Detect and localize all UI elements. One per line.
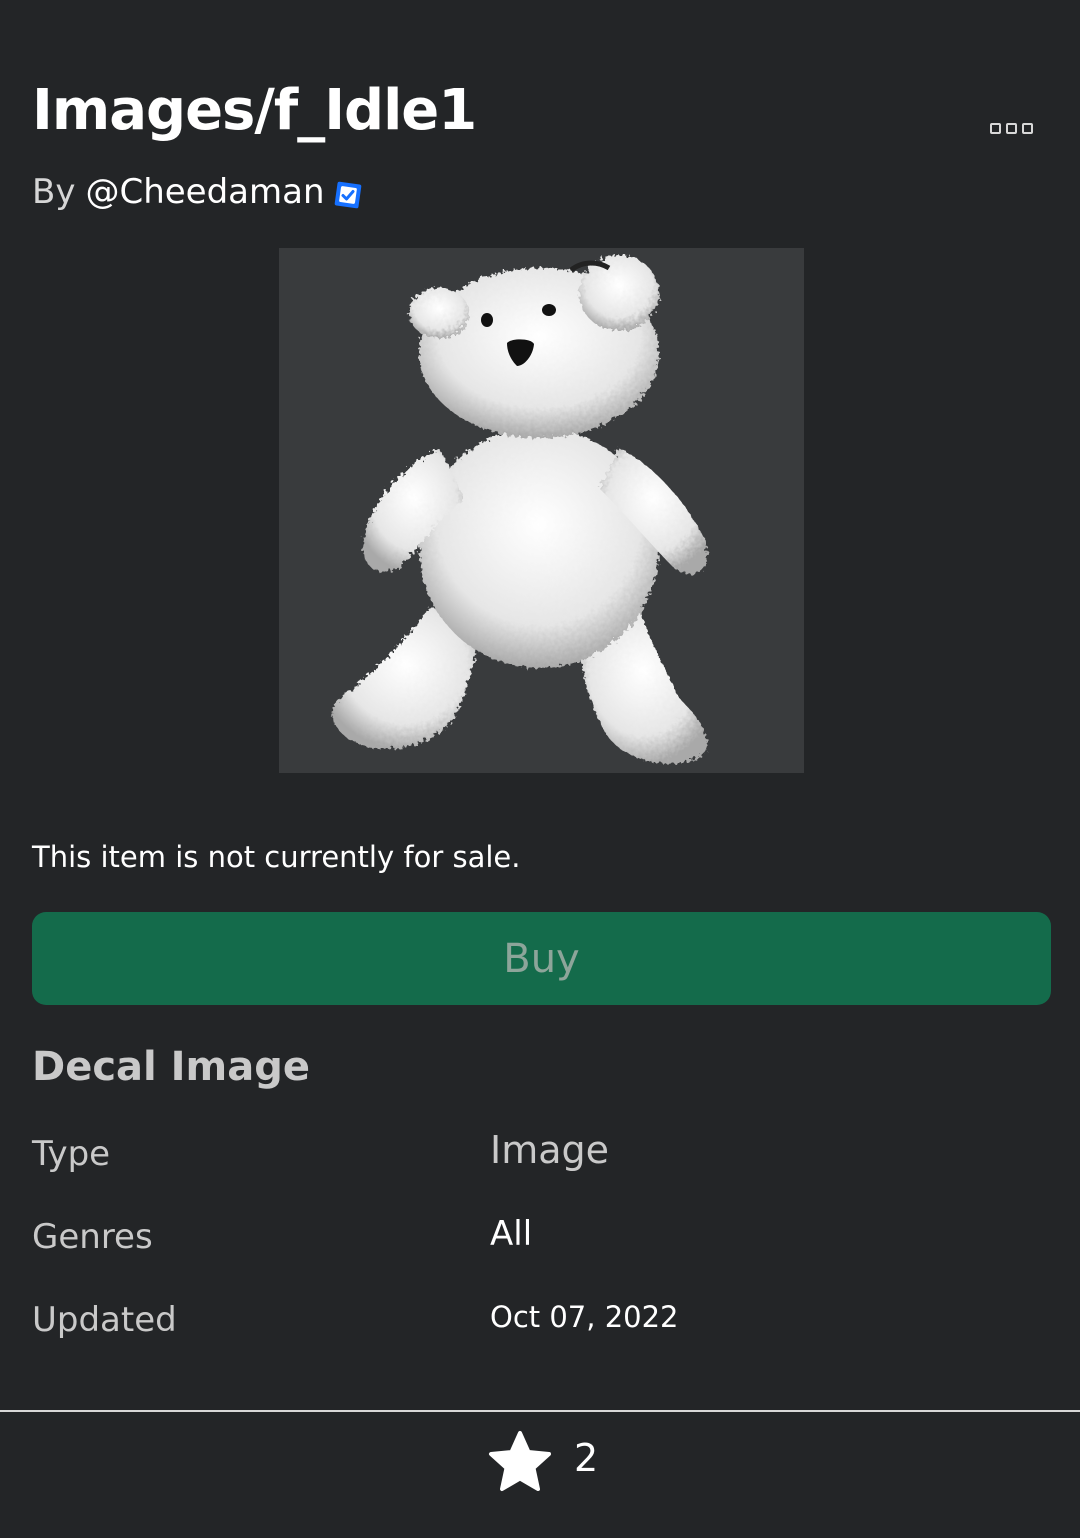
detail-label-genres: Genres bbox=[32, 1217, 153, 1257]
creator-prefix: By bbox=[32, 172, 76, 212]
more-options-icon bbox=[989, 122, 1001, 134]
more-options-button[interactable] bbox=[980, 108, 1042, 148]
detail-value-updated: Oct 07, 2022 bbox=[490, 1300, 679, 1334]
footer-divider bbox=[0, 1410, 1080, 1412]
detail-value-genres[interactable]: All bbox=[490, 1214, 532, 1254]
creator-byline: By @Cheedaman bbox=[32, 172, 363, 212]
item-details-page: Images/f_Idle1 By @Cheedaman This item i… bbox=[0, 0, 1080, 1538]
section-title: Decal Image bbox=[32, 1044, 310, 1090]
detail-label-updated: Updated bbox=[32, 1300, 177, 1340]
buy-button[interactable]: Buy bbox=[32, 912, 1051, 1005]
detail-label-type: Type bbox=[32, 1134, 111, 1174]
more-options-icon-dot bbox=[1021, 122, 1033, 134]
more-options-icon-dot bbox=[1005, 122, 1017, 134]
item-thumbnail bbox=[279, 248, 804, 773]
favorite-count: 2 bbox=[574, 1436, 599, 1480]
star-icon bbox=[486, 1429, 554, 1499]
not-for-sale-notice: This item is not currently for sale. bbox=[32, 840, 521, 874]
page-title: Images/f_Idle1 bbox=[32, 78, 477, 143]
verified-badge-icon bbox=[333, 179, 363, 209]
teddy-bear-image bbox=[332, 255, 708, 764]
detail-value-type: Image bbox=[490, 1128, 610, 1172]
favorite-button[interactable]: 2 bbox=[486, 1428, 598, 1500]
creator-link[interactable]: @Cheedaman bbox=[85, 172, 324, 212]
